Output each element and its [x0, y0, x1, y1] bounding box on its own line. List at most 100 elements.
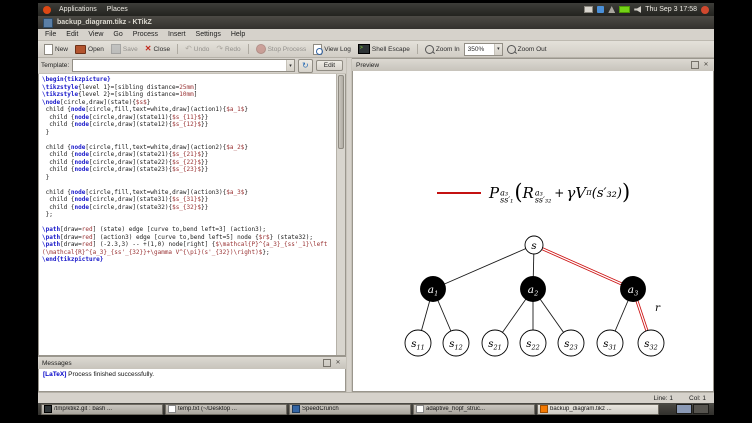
save-disk-icon: [110, 44, 121, 54]
menu-process[interactable]: Process: [128, 31, 163, 38]
window-titlebar[interactable]: backup_diagram.tikz - KTikZ: [38, 16, 714, 29]
stop-process-button: Stop Process: [253, 43, 310, 55]
new-button[interactable]: New: [41, 43, 71, 56]
text-file-icon: [168, 405, 176, 413]
zoom-level-value: 350%: [467, 45, 485, 53]
messages-body: [LaTeX] Process finished successfully.: [38, 369, 346, 392]
toolbar-separator: [416, 44, 418, 54]
document-icon: [416, 405, 424, 413]
menu-view[interactable]: View: [83, 31, 108, 38]
calculator-icon: [292, 405, 300, 413]
chevron-down-icon: ▾: [286, 60, 294, 71]
statusbar-col: Col: 1: [689, 394, 706, 402]
menu-go[interactable]: Go: [108, 31, 127, 38]
template-label: Template:: [41, 62, 70, 69]
menu-settings[interactable]: Settings: [191, 31, 226, 38]
menu-insert[interactable]: Insert: [163, 31, 191, 38]
messages-title: Messages: [42, 359, 72, 367]
undo-arrow-icon: ↶: [185, 44, 192, 53]
dock-close-icon[interactable]: ✕: [334, 359, 342, 367]
messages-dock-header: Messages ✕: [38, 356, 346, 369]
open-folder-icon: [75, 44, 87, 54]
action-node: a1: [420, 276, 446, 302]
edit-template-button[interactable]: Edit: [315, 60, 343, 71]
leaf-state-node: s22: [519, 329, 547, 357]
save-button: Save: [108, 43, 141, 55]
terminal-icon: >: [357, 44, 370, 54]
preview-canvas: P a₃ ss′₁ ( R a₃ ss′₃₂ + γV π (s′₃₂) ) s…: [352, 71, 714, 392]
template-combobox[interactable]: ▾: [72, 59, 295, 72]
taskbar-item-speedcrunch[interactable]: SpeedCrunch: [289, 403, 411, 415]
zoom-in-button[interactable]: Zoom In: [422, 44, 463, 55]
code-area[interactable]: \begin{tikzpicture} \tikzstyle{level 1}=[…: [39, 74, 336, 355]
preview-pane: Preview ✕ P a₃ ss′₁ ( R a₃ ss′₃₂ + γV π …: [352, 58, 714, 392]
reward-label: r: [655, 302, 661, 314]
power-indicator-icon[interactable]: [701, 5, 709, 14]
toolbar-separator: [177, 44, 179, 54]
taskbar-item-textfile[interactable]: temp.txt (~/Desktop ...: [165, 403, 287, 415]
zoom-out-button[interactable]: Zoom Out: [504, 44, 550, 55]
statusbar-line: Line: 1: [653, 394, 674, 402]
taskbar-item-document[interactable]: adaptive_hopf_struc...: [413, 403, 535, 415]
chevron-down-icon: ▾: [494, 43, 502, 55]
view-log-button[interactable]: View Log: [310, 43, 354, 56]
stop-icon: [255, 44, 266, 54]
editor-scrollbar[interactable]: [336, 74, 345, 355]
window-title: backup_diagram.tikz - KTikZ: [57, 19, 152, 26]
scrollbar-thumb[interactable]: [338, 75, 344, 149]
workspace-switcher: [676, 404, 711, 414]
new-file-icon: [44, 43, 53, 55]
workspace-2[interactable]: [693, 404, 709, 414]
desktop: Applications Places Thu Sep 3 17:58 back…: [38, 3, 714, 415]
ubuntu-logo-icon[interactable]: [43, 5, 51, 14]
message-badge: [LaTeX]: [43, 371, 67, 378]
menu-help[interactable]: Help: [226, 31, 250, 38]
backup-diagram: s a1 a2 a3 r s11 s12 s21 s22 s23 s31 s32: [404, 235, 665, 357]
toolbar-separator: [247, 44, 249, 54]
taskbar-item-ktikz[interactable]: backup_diagram.tikz ...: [537, 403, 659, 415]
battery-indicator-icon[interactable]: [619, 6, 631, 13]
preview-title: Preview: [356, 61, 380, 69]
menu-file[interactable]: File: [40, 31, 61, 38]
terminal-icon: [44, 405, 52, 413]
leaf-state-node: s31: [596, 329, 624, 357]
dock-float-icon[interactable]: [691, 61, 699, 69]
zoom-in-icon: [424, 44, 434, 54]
panel-menu-applications[interactable]: Applications: [57, 6, 99, 13]
volume-indicator-icon[interactable]: [634, 6, 642, 13]
code-editor[interactable]: \begin{tikzpicture} \tikzstyle{level 1}=[…: [38, 74, 346, 356]
action-node: a2: [520, 276, 546, 302]
panel-clock[interactable]: Thu Sep 3 17:58: [645, 6, 697, 13]
close-x-icon: ✕: [144, 44, 152, 53]
top-panel: Applications Places Thu Sep 3 17:58: [38, 3, 714, 16]
open-button[interactable]: Open: [72, 44, 107, 55]
taskbar-item-terminal[interactable]: /tmp/ktikz.git : bash ...: [41, 403, 163, 415]
message-text: Process finished successfully.: [68, 371, 155, 378]
statusbar: Line: 1 Col: 1: [38, 392, 714, 403]
preview-dock-header: Preview ✕: [352, 58, 714, 71]
zoom-level-combobox[interactable]: 350% ▾: [463, 42, 503, 56]
root-state-node: s: [524, 235, 544, 255]
leaf-state-node: s23: [557, 329, 585, 357]
taskbar: /tmp/ktikz.git : bash ... temp.txt (~/De…: [38, 403, 714, 415]
menu-edit[interactable]: Edit: [61, 31, 83, 38]
bluetooth-indicator-icon[interactable]: [597, 6, 605, 13]
reload-template-button[interactable]: ↻: [297, 58, 313, 73]
network-indicator-icon[interactable]: [608, 6, 616, 13]
toolbar: New Open Save ✕ Close ↶ Undo ↷ Redo Stop…: [38, 41, 714, 58]
workspace-1[interactable]: [676, 404, 692, 414]
main-area: Template: ▾ ↻ Edit \begin{tikzpicture} \t…: [38, 58, 714, 392]
redo-arrow-icon: ↷: [216, 44, 224, 53]
shell-escape-button[interactable]: > Shell Escape: [355, 43, 413, 55]
dock-close-icon[interactable]: ✕: [702, 61, 710, 69]
close-button[interactable]: ✕ Close: [142, 44, 173, 54]
menubar: File Edit View Go Process Insert Setting…: [38, 29, 714, 41]
zoom-out-icon: [506, 44, 516, 54]
template-row: Template: ▾ ↻ Edit: [38, 58, 346, 74]
view-log-icon: [313, 43, 324, 55]
panel-menu-places[interactable]: Places: [105, 6, 130, 13]
tikz-document-icon: [540, 405, 548, 413]
dock-float-icon[interactable]: [323, 359, 331, 367]
mail-indicator-icon[interactable]: [584, 6, 594, 13]
system-tray: Thu Sep 3 17:58: [584, 5, 709, 14]
